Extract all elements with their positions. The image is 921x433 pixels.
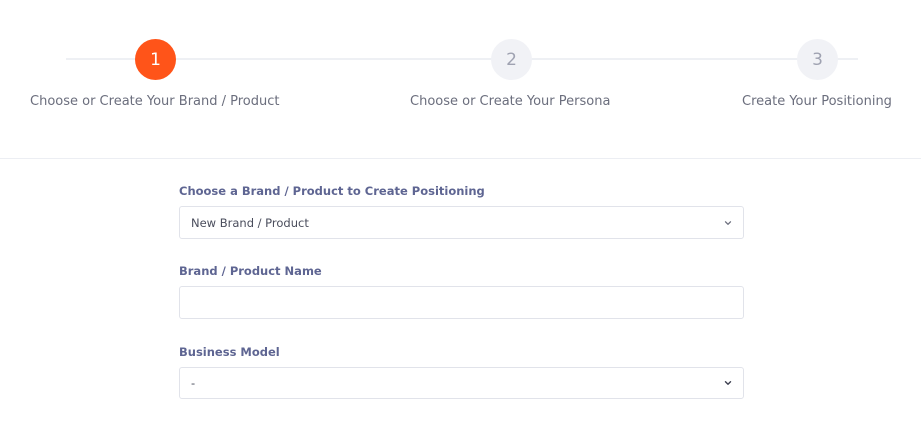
brand-select-value: New Brand / Product [191,216,309,230]
brand-select-label: Choose a Brand / Product to Create Posit… [179,184,485,198]
step-2-number: 2 [506,49,517,70]
step-1-circle[interactable]: 1 [135,39,176,80]
brand-name-input[interactable] [179,286,744,319]
business-model-label: Business Model [179,345,280,359]
stepper-track [66,58,858,60]
chevron-down-icon [724,221,732,225]
step-3-number: 3 [812,49,823,70]
page: 1 Choose or Create Your Brand / Product … [0,0,921,433]
progress-stepper: 1 Choose or Create Your Brand / Product … [0,0,921,159]
business-model-select[interactable]: - [179,367,744,399]
step-3-label[interactable]: Create Your Positioning [742,94,892,110]
chevron-down-icon [724,381,732,385]
brand-select[interactable]: New Brand / Product [179,206,744,239]
step-2-label[interactable]: Choose or Create Your Persona [410,94,610,110]
brand-name-label: Brand / Product Name [179,264,322,278]
step-3-circle[interactable]: 3 [797,39,838,80]
business-model-value: - [191,376,196,390]
step-1-label[interactable]: Choose or Create Your Brand / Product [30,94,280,110]
step-2-circle[interactable]: 2 [491,39,532,80]
step-1-number: 1 [150,49,161,70]
